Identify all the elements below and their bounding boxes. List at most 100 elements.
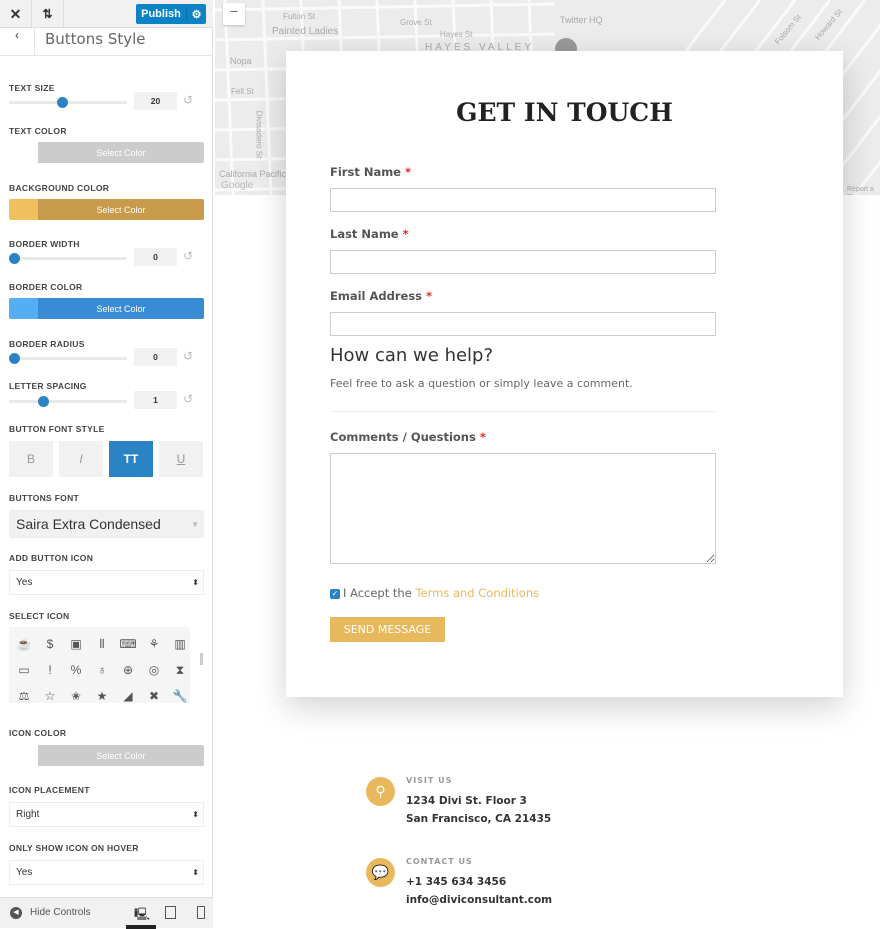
select-color-button[interactable]: Select Color [38,298,204,319]
uppercase-button[interactable]: TT [109,441,153,477]
publish-button[interactable]: Publish ⚙ [136,4,206,24]
reset-icon[interactable]: ↺ [183,392,193,406]
map-label: Nopa [230,56,252,66]
icon-option[interactable]: ✬ [63,683,89,703]
icon-option[interactable]: ☕ [11,631,37,657]
add-icon-label: ADD BUTTON ICON [9,553,94,563]
icon-option[interactable]: ✖ [141,683,167,703]
map-label: Fulton St [283,12,316,21]
icon-placement-label: ICON PLACEMENT [9,785,90,795]
font-value: Saira Extra Condensed [16,516,161,532]
icon-option[interactable]: ▥ [167,631,190,657]
select-color-button[interactable]: Select Color [38,199,204,220]
comments-label: Comments / Questions * [330,430,486,444]
select-color-button[interactable]: Select Color [38,745,204,766]
icon-option[interactable]: ⚖ [11,683,37,703]
slider-handle[interactable] [57,97,69,108]
icon-option[interactable]: % [63,657,89,683]
buttons-font-select[interactable]: Saira Extra Condensed ▼ [9,510,204,538]
border-color-picker[interactable]: Select Color [9,298,204,319]
comments-textarea[interactable] [330,453,716,564]
add-icon-select[interactable]: Yes ⬍ [9,570,204,595]
color-swatch[interactable] [9,298,38,319]
text-size-value[interactable]: 20 [134,92,177,110]
accept-checkbox[interactable]: ✓ [330,589,340,599]
icon-option[interactable]: ▭ [11,657,37,683]
icon-option[interactable]: ⊕ [115,657,141,683]
icon-option[interactable]: ⚘ [141,631,167,657]
background-color-label: BACKGROUND COLOR [9,183,110,193]
italic-button[interactable]: I [59,441,103,477]
phone-number[interactable]: +1 345 634 3456 [406,876,506,888]
accept-label: I Accept the Terms and Conditions [343,586,540,600]
letter-spacing-value[interactable]: 1 [134,391,177,409]
text-color-picker[interactable]: Select Color [9,142,204,163]
send-message-button[interactable]: SEND MESSAGE [330,617,445,642]
email-input[interactable] [330,312,716,336]
updown-icon: ⬍ [192,810,199,819]
icon-option[interactable]: ⌨ [115,631,141,657]
select-icon-label: SELECT ICON [9,611,70,621]
last-name-input[interactable] [330,250,716,274]
google-logo: Google [221,180,254,191]
border-width-slider[interactable] [9,253,127,264]
icon-placement-select[interactable]: Right ⬍ [9,802,204,827]
icon-option[interactable]: ★ [89,683,115,703]
help-title: How can we help? [330,345,494,366]
hover-label: ONLY SHOW ICON ON HOVER [9,843,139,853]
border-radius-value[interactable]: 0 [134,348,177,366]
icon-option[interactable]: ⧗ [167,657,190,683]
sort-icon[interactable]: ⇅ [32,0,64,28]
desktop-view-icon[interactable]: 🖳 [134,905,150,926]
slider-handle[interactable] [9,353,20,364]
scrollbar[interactable] [200,653,203,665]
terms-link[interactable]: Terms and Conditions [415,586,539,600]
reset-icon[interactable]: ↺ [183,93,193,107]
icon-option[interactable]: ! [37,657,63,683]
bold-button[interactable]: B [9,441,53,477]
zoom-out-button[interactable]: − [223,3,245,25]
first-name-input[interactable] [330,188,716,212]
icon-option[interactable]: ⫴ [89,631,115,657]
hide-controls-button[interactable]: Hide Controls [30,907,91,918]
settings-sidebar: ✕ ⇅ Publish ⚙ ‹ Buttons Style TEXT SIZE 2… [0,0,213,929]
color-swatch[interactable] [9,199,38,220]
slider-handle[interactable] [37,396,49,407]
first-name-label: First Name * [330,165,412,179]
back-button[interactable]: ‹ [0,28,35,56]
location-icon: ⚲ [366,777,395,806]
border-radius-slider[interactable] [9,353,127,364]
text-size-slider[interactable] [9,97,127,108]
icon-option[interactable]: ◎ [141,657,167,683]
icon-option[interactable]: ☆ [37,683,63,703]
icon-option[interactable]: ▣ [63,631,89,657]
icon-option[interactable]: ◢ [115,683,141,703]
publish-label[interactable]: Publish [136,8,186,20]
background-color-picker[interactable]: Select Color [9,199,204,220]
slider-handle[interactable] [9,253,20,264]
close-button[interactable]: ✕ [0,0,32,28]
visit-us-label: VISIT US [406,776,453,785]
color-swatch[interactable] [9,142,38,163]
icon-option[interactable]: 🔧 [167,683,190,703]
reset-icon[interactable]: ↺ [183,249,193,263]
email-address[interactable]: info@diviconsultant.com [406,894,552,906]
icon-grid[interactable]: ☕ $ ▣ ⫴ ⌨ ⚘ ▥ ▭!% ♁ ⊕ ◎ ⧗ ⚖ ☆ ✬ ★ ◢ ✖ 🔧 [9,627,190,703]
hide-controls-icon[interactable]: ◀ [10,907,22,919]
tablet-view-icon[interactable] [165,906,176,919]
icon-option[interactable]: ♁ [89,657,115,683]
color-swatch[interactable] [9,745,38,766]
gear-icon[interactable]: ⚙ [186,7,206,21]
hover-select[interactable]: Yes ⬍ [9,860,204,885]
letter-spacing-slider[interactable] [9,396,127,407]
icon-option[interactable]: $ [37,631,63,657]
select-color-button[interactable]: Select Color [38,142,204,163]
border-width-value[interactable]: 0 [134,248,177,266]
icon-color-picker[interactable]: Select Color [9,745,204,766]
underline-button[interactable]: U [159,441,203,477]
letter-spacing-label: LETTER SPACING [9,381,87,391]
phone-view-icon[interactable] [197,906,205,919]
reset-icon[interactable]: ↺ [183,349,193,363]
map-label[interactable]: Report a m [847,186,880,195]
map-label: Divisadero St [254,110,264,159]
